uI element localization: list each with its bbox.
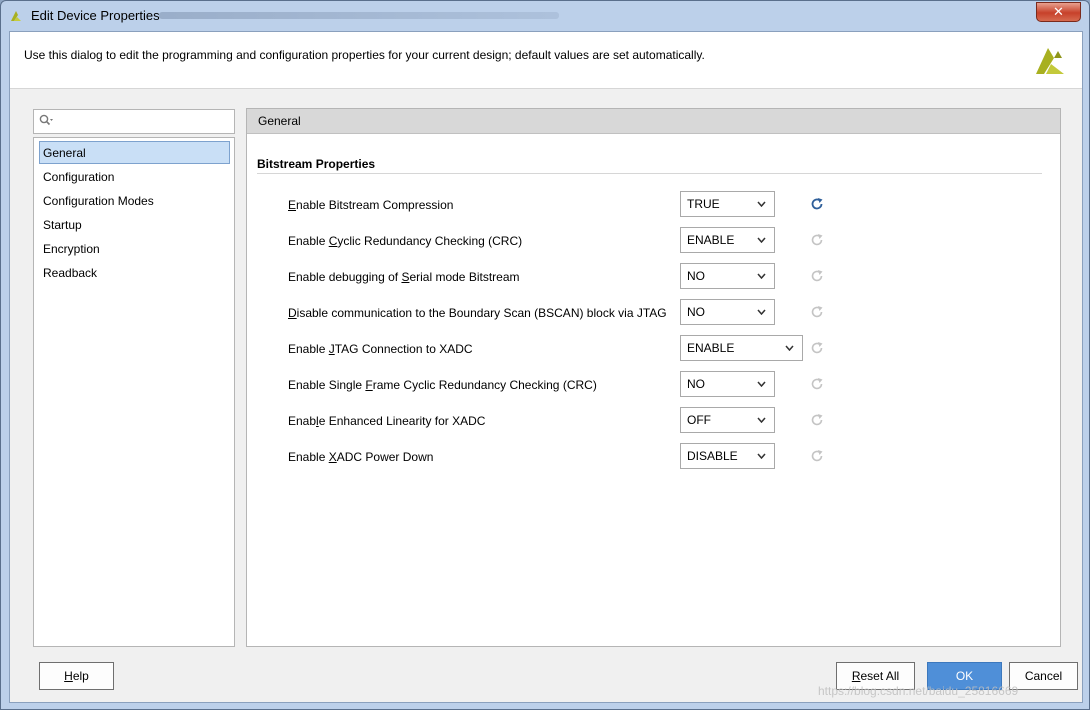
chevron-down-icon — [757, 417, 766, 423]
property-value-dropdown[interactable]: OFF — [680, 407, 775, 433]
nav-item-encryption[interactable]: Encryption — [39, 237, 230, 260]
nav-item-readback[interactable]: Readback — [39, 261, 230, 284]
reset-default-icon[interactable] — [810, 413, 824, 427]
reset-default-icon[interactable] — [810, 305, 824, 319]
reset-default-icon[interactable] — [810, 449, 824, 463]
watermark: https://blog.csdn.net/baidu_25816669 — [818, 684, 1019, 698]
xilinx-logo-icon — [1036, 48, 1064, 74]
property-value-dropdown[interactable]: NO — [680, 299, 775, 325]
chevron-down-icon — [757, 381, 766, 387]
search-input[interactable] — [33, 109, 235, 134]
property-label: Enable Cyclic Redundancy Checking (CRC) — [288, 234, 523, 248]
property-value-dropdown[interactable]: NO — [680, 263, 775, 289]
header-description: Use this dialog to edit the programming … — [24, 48, 705, 62]
reset-default-icon[interactable] — [810, 233, 824, 247]
chevron-down-icon — [757, 273, 766, 279]
cancel-button[interactable]: Cancel — [1009, 662, 1078, 690]
title-bar[interactable]: Edit Device Properties ✕ — [1, 1, 1089, 29]
property-value-dropdown[interactable]: NO — [680, 371, 775, 397]
reset-default-icon[interactable] — [810, 377, 824, 391]
dialog-body: Use this dialog to edit the programming … — [9, 31, 1083, 703]
reset-default-icon[interactable] — [810, 269, 824, 283]
window-title: Edit Device Properties — [31, 8, 160, 23]
property-label: Enable Single Frame Cyclic Redundancy Ch… — [288, 378, 597, 392]
dialog-window: Edit Device Properties ✕ Use this dialog… — [0, 0, 1090, 710]
property-value-dropdown[interactable]: DISABLE — [680, 443, 775, 469]
property-value-dropdown[interactable]: ENABLE — [680, 227, 775, 253]
property-value-dropdown[interactable]: ENABLE — [680, 335, 803, 361]
chevron-down-icon — [757, 237, 766, 243]
chevron-down-icon — [757, 201, 766, 207]
help-button[interactable]: Help — [39, 662, 114, 690]
close-button[interactable]: ✕ — [1036, 2, 1081, 22]
nav-item-configuration[interactable]: Configuration — [39, 165, 230, 188]
nav-item-general[interactable]: General — [39, 141, 230, 164]
property-label: Enable Enhanced Linearity for XADC — [288, 414, 486, 428]
category-tree: General Configuration Configuration Mode… — [33, 137, 235, 647]
reset-default-icon[interactable] — [810, 341, 824, 355]
properties-panel: General Bitstream Properties Enable Bits… — [246, 108, 1061, 647]
xilinx-logo-icon — [11, 11, 21, 21]
chevron-down-icon — [757, 309, 766, 315]
chevron-down-icon — [757, 453, 766, 459]
nav-item-configuration-modes[interactable]: Configuration Modes — [39, 189, 230, 212]
panel-heading: General — [247, 109, 1060, 134]
header-band: Use this dialog to edit the programming … — [10, 32, 1082, 89]
blurred-file-path — [159, 12, 559, 19]
search-icon — [39, 114, 53, 130]
property-label: Enable Bitstream Compression — [288, 198, 454, 212]
section-divider — [257, 173, 1042, 174]
property-label: Enable debugging of Serial mode Bitstrea… — [288, 270, 520, 284]
property-value-dropdown[interactable]: TRUE — [680, 191, 775, 217]
nav-item-startup[interactable]: Startup — [39, 213, 230, 236]
property-label: Disable communication to the Boundary Sc… — [288, 306, 667, 320]
property-label: Enable XADC Power Down — [288, 450, 434, 464]
chevron-down-icon — [785, 345, 794, 351]
section-title: Bitstream Properties — [257, 157, 376, 171]
reset-default-icon[interactable] — [810, 197, 824, 211]
property-label: Enable JTAG Connection to XADC — [288, 342, 473, 356]
